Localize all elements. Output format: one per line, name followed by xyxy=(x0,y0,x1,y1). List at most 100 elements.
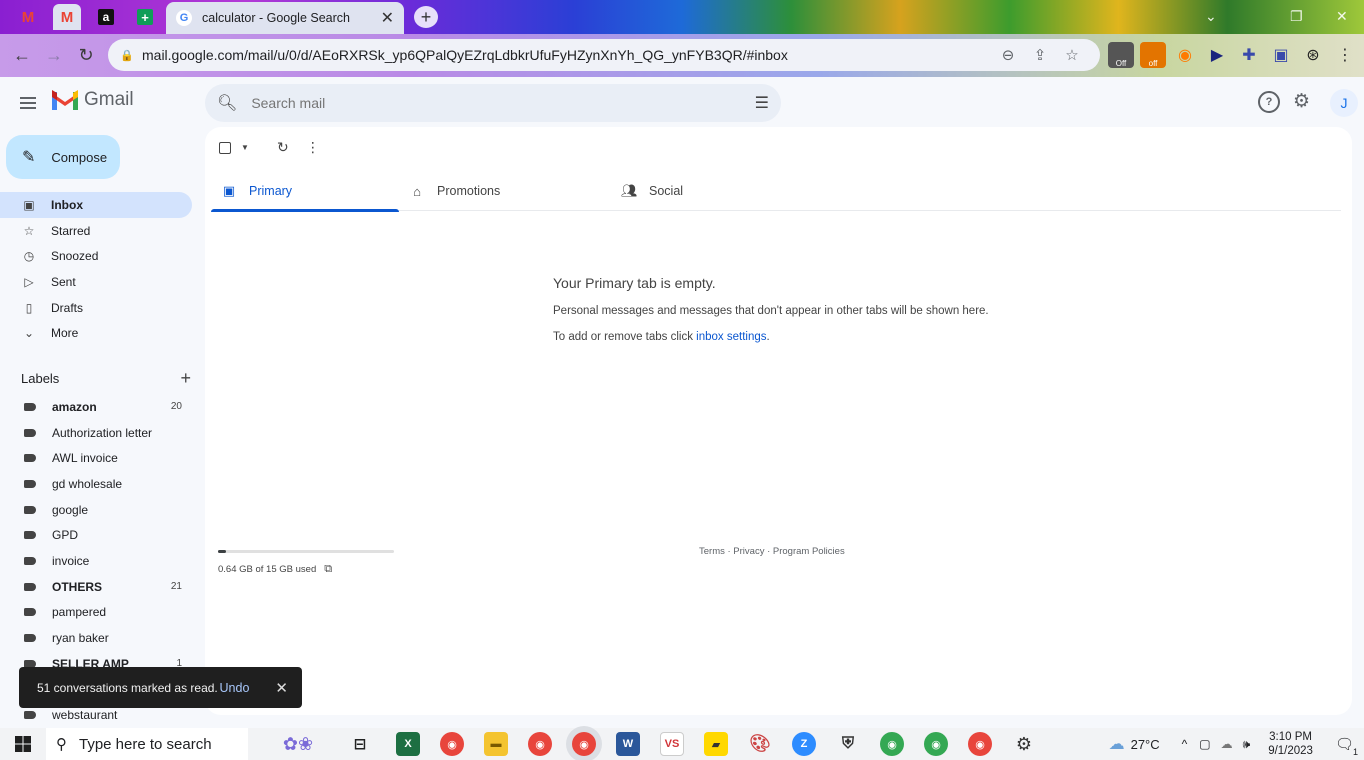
sidebar-item-sent[interactable]: ▷ Sent xyxy=(0,269,192,295)
sticky-notes-icon[interactable]: ▰ xyxy=(704,732,728,756)
device-icon[interactable]: ▢ xyxy=(1199,737,1210,751)
zoom-app-icon[interactable]: Z xyxy=(792,732,816,756)
chrome-icon[interactable]: ◉ xyxy=(528,732,552,756)
label-item[interactable]: invoice xyxy=(0,548,200,574)
pinned-tab-gmail-active[interactable]: M xyxy=(53,4,81,30)
label-tag-icon xyxy=(24,505,36,514)
tab-social[interactable]: 👥︎ Social xyxy=(611,171,823,211)
select-dropdown-icon[interactable]: ▼ xyxy=(241,143,249,152)
extension-cursor-icon[interactable]: ▶ xyxy=(1204,42,1230,68)
pinned-tab-sheets[interactable]: + xyxy=(131,4,159,30)
taskbar-search[interactable]: ⚲ Type here to search xyxy=(46,728,248,760)
back-arrow-icon[interactable]: ← xyxy=(6,40,38,72)
settings-gear-icon[interactable]: ⚙ xyxy=(1012,732,1036,756)
task-view-icon[interactable]: ⊟ xyxy=(348,732,372,756)
sidebar-item-snoozed[interactable]: ◷ Snoozed xyxy=(0,243,192,269)
sidebar-item-inbox[interactable]: ▣ Inbox xyxy=(0,192,192,218)
pinned-tab-gmail[interactable]: M xyxy=(14,4,42,30)
profile-icon[interactable]: ⊛ xyxy=(1300,42,1326,68)
refresh-icon[interactable]: ↻ xyxy=(273,139,293,156)
search-input[interactable] xyxy=(251,95,755,111)
close-window-icon[interactable]: ✕ xyxy=(1336,8,1348,25)
clock-date: 9/1/2023 xyxy=(1268,745,1313,757)
paint-icon[interactable]: 🎨︎ xyxy=(748,732,772,756)
chevron-down-icon[interactable]: ⌄ xyxy=(1205,8,1217,25)
compose-label: Compose xyxy=(51,149,108,165)
add-label-icon[interactable]: + xyxy=(180,368,191,389)
sidebar-item-more[interactable]: ⌄ More xyxy=(0,320,192,346)
compose-button[interactable]: ✎ Compose xyxy=(6,135,120,179)
onedrive-cloud-icon[interactable]: ☁ xyxy=(1221,737,1233,751)
chrome-active-icon[interactable]: ◉ xyxy=(572,732,596,756)
select-all-checkbox[interactable] xyxy=(219,141,231,154)
tab-close-icon[interactable]: ✕ xyxy=(381,8,394,28)
windows-start-icon[interactable] xyxy=(0,728,46,760)
label-item[interactable]: google xyxy=(0,497,200,523)
sidebar-item-starred[interactable]: ☆ Starred xyxy=(0,218,192,244)
chrome-icon[interactable]: ◉ xyxy=(968,732,992,756)
extension-off-icon[interactable]: Off xyxy=(1108,42,1134,68)
notification-icon[interactable]: 🗨︎ 1 xyxy=(1335,735,1358,757)
chevron-up-icon[interactable]: ^ xyxy=(1182,737,1188,751)
main-menu-icon[interactable] xyxy=(14,89,42,117)
label-item[interactable]: Authorization letter xyxy=(0,420,200,446)
label-item[interactable]: AWL invoice xyxy=(0,445,200,471)
label-item[interactable]: pampered xyxy=(0,600,200,626)
address-bar[interactable]: 🔒 mail.google.com/mail/u/0/d/AEoRXRSk_yp… xyxy=(108,39,1100,71)
footer-links[interactable]: Terms · Privacy · Program Policies xyxy=(699,546,845,557)
word-icon[interactable]: W xyxy=(616,732,640,756)
label-item[interactable]: OTHERS 21 xyxy=(0,574,200,600)
chrome-icon[interactable]: ◉ xyxy=(440,732,464,756)
undo-button[interactable]: Undo xyxy=(220,681,250,695)
search-bar[interactable]: 🔍︎ ☰ xyxy=(205,84,781,122)
tab-primary[interactable]: ▣ Primary xyxy=(211,171,399,212)
label-item[interactable]: gd wholesale xyxy=(0,471,200,497)
weather-cloud-icon[interactable]: ☁ xyxy=(1109,734,1125,754)
tag-icon: ⌂ xyxy=(413,183,421,199)
close-icon[interactable]: ✕ xyxy=(275,679,288,697)
label-item[interactable]: GPD xyxy=(0,522,200,548)
excel-icon[interactable]: X xyxy=(396,732,420,756)
pinned-tab-amazon[interactable]: a xyxy=(92,4,120,30)
clock[interactable]: 3:10 PM 9/1/2023 xyxy=(1268,730,1313,758)
app-vs-icon[interactable]: VS xyxy=(660,732,684,756)
chrome-icon[interactable]: ◉ xyxy=(880,732,904,756)
security-shield-icon[interactable]: ⛨ xyxy=(836,732,860,756)
bookmark-star-icon[interactable]: ☆ xyxy=(1056,46,1088,64)
inbox-settings-link[interactable]: inbox settings xyxy=(696,331,766,343)
search-options-icon[interactable]: ☰ xyxy=(755,93,769,113)
extension-off-orange-icon[interactable]: off xyxy=(1140,42,1166,68)
side-panel-icon[interactable]: ▣ xyxy=(1268,42,1294,68)
search-icon[interactable]: 🔍︎ xyxy=(217,93,237,113)
pencil-icon: ✎ xyxy=(22,149,36,166)
zoom-icon[interactable]: ⊖ xyxy=(992,46,1024,64)
volume-icon[interactable]: 🕪︎ xyxy=(1243,737,1251,752)
labels-header: Labels + xyxy=(21,368,191,389)
windows-logo-icon xyxy=(15,736,31,752)
extensions-puzzle-icon[interactable]: ✚ xyxy=(1236,42,1262,68)
restore-window-icon[interactable]: ❐ xyxy=(1290,8,1303,25)
new-tab-button[interactable]: + xyxy=(414,6,438,28)
settings-gear-icon[interactable]: ⚙ xyxy=(1293,90,1310,113)
label-item[interactable]: ryan baker xyxy=(0,625,200,651)
extension-circle-icon[interactable]: ◉ xyxy=(1172,42,1198,68)
browser-menu-icon[interactable]: ⋮ xyxy=(1332,42,1358,68)
tab-google-search[interactable]: G calculator - Google Search ✕ xyxy=(166,2,404,34)
help-icon[interactable]: ? xyxy=(1258,91,1280,113)
reload-icon[interactable]: ↻ xyxy=(70,40,102,72)
sidebar-item-drafts[interactable]: ▯ Drafts xyxy=(0,295,192,321)
share-icon[interactable]: ⇪ xyxy=(1024,46,1056,64)
avatar[interactable]: J xyxy=(1330,89,1358,117)
tab-promotions[interactable]: ⌂ Promotions xyxy=(399,171,611,211)
temperature[interactable]: 27°C xyxy=(1131,737,1160,752)
lock-icon: 🔒 xyxy=(120,49,134,62)
gmail-logo[interactable]: Gmail xyxy=(52,89,134,111)
file-explorer-icon[interactable]: ▬ xyxy=(484,732,508,756)
chrome-icon[interactable]: ◉ xyxy=(924,732,948,756)
more-options-icon[interactable]: ⋮ xyxy=(303,139,323,156)
forward-arrow-icon[interactable]: → xyxy=(38,40,70,72)
label-item[interactable]: amazon 20 xyxy=(0,394,200,420)
url-text[interactable]: mail.google.com/mail/u/0/d/AEoRXRSk_yp6Q… xyxy=(142,47,992,63)
search-highlight-flowers-icon[interactable]: ✿❀ xyxy=(268,732,328,756)
open-external-icon[interactable]: ⧉ xyxy=(324,563,332,576)
